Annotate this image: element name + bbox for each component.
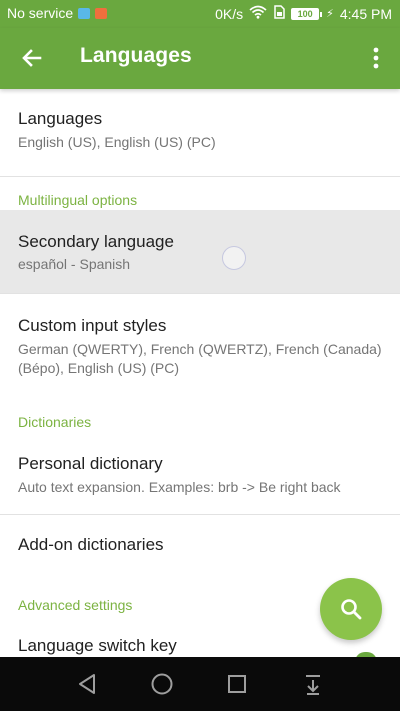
secondary-language-preference[interactable]: Secondary language español - Spanish <box>0 210 400 293</box>
languages-summary: English (US), English (US) (PC) <box>18 134 216 150</box>
custom-input-styles-preference[interactable]: Custom input styles German (QWERTY), Fre… <box>0 294 400 400</box>
nav-back-button[interactable] <box>74 671 100 697</box>
arrow-left-icon <box>22 49 42 67</box>
carrier-text: No service <box>7 5 74 21</box>
circle-home-icon <box>151 673 173 695</box>
addon-dictionaries-title: Add-on dictionaries <box>18 535 164 554</box>
personal-dictionary-title: Personal dictionary <box>18 454 163 473</box>
custom-input-styles-summary: German (QWERTY), French (QWERTZ), French… <box>18 341 382 376</box>
search-fab[interactable] <box>320 578 382 640</box>
back-button[interactable] <box>18 44 46 72</box>
touch-ripple <box>222 246 246 270</box>
status-left: No service <box>7 5 108 21</box>
divider <box>0 176 400 177</box>
dictionaries-header: Dictionaries <box>18 414 92 430</box>
app-bar: Languages <box>0 28 400 89</box>
multilingual-header: Multilingual options <box>18 192 138 208</box>
battery-level: 100 <box>297 8 313 19</box>
nav-recents-button[interactable] <box>224 671 250 697</box>
secondary-language-title: Secondary language <box>18 232 174 251</box>
language-switch-key-title: Language switch key <box>18 636 177 655</box>
wifi-icon <box>249 5 267 22</box>
pull-down-icon <box>306 675 320 695</box>
personal-dictionary-preference[interactable]: Personal dictionary Auto text expansion.… <box>0 432 400 514</box>
secondary-language-summary: español - Spanish <box>18 256 131 272</box>
overflow-menu-button[interactable] <box>366 45 386 71</box>
languages-preference[interactable]: Languages English (US), English (US) (PC… <box>0 89 400 177</box>
search-icon <box>341 599 362 620</box>
battery-icon: 100 <box>291 7 323 20</box>
more-vertical-icon <box>373 47 379 69</box>
advanced-settings-header: Advanced settings <box>18 597 133 613</box>
clock-text: 4:45 PM <box>339 5 392 22</box>
personal-dictionary-summary: Auto text expansion. Examples: brb -> Be… <box>18 479 341 495</box>
page-title: Languages <box>80 44 192 67</box>
data-speed: 0K/s <box>215 5 244 22</box>
square-recents-icon <box>228 675 246 693</box>
status-bar: No service 0K/s 100 ⚡ 4:45 PM <box>0 0 400 28</box>
nav-notifications-button[interactable] <box>300 671 326 697</box>
notification-media-icon <box>95 7 108 19</box>
charging-icon: ⚡ <box>326 8 334 20</box>
custom-input-styles-title: Custom input styles <box>18 316 167 335</box>
addon-dictionaries-preference[interactable]: Add-on dictionaries <box>0 515 400 581</box>
navigation-bar <box>0 657 400 711</box>
settings-list: Languages English (US), English (US) (PC… <box>0 89 400 657</box>
languages-title: Languages <box>18 109 103 128</box>
status-right: 0K/s 100 ⚡ 4:45 PM <box>215 5 392 22</box>
notification-app-icon <box>78 7 91 19</box>
triangle-back-icon <box>79 674 95 694</box>
sim-icon <box>273 5 285 22</box>
nav-home-button[interactable] <box>149 671 175 697</box>
